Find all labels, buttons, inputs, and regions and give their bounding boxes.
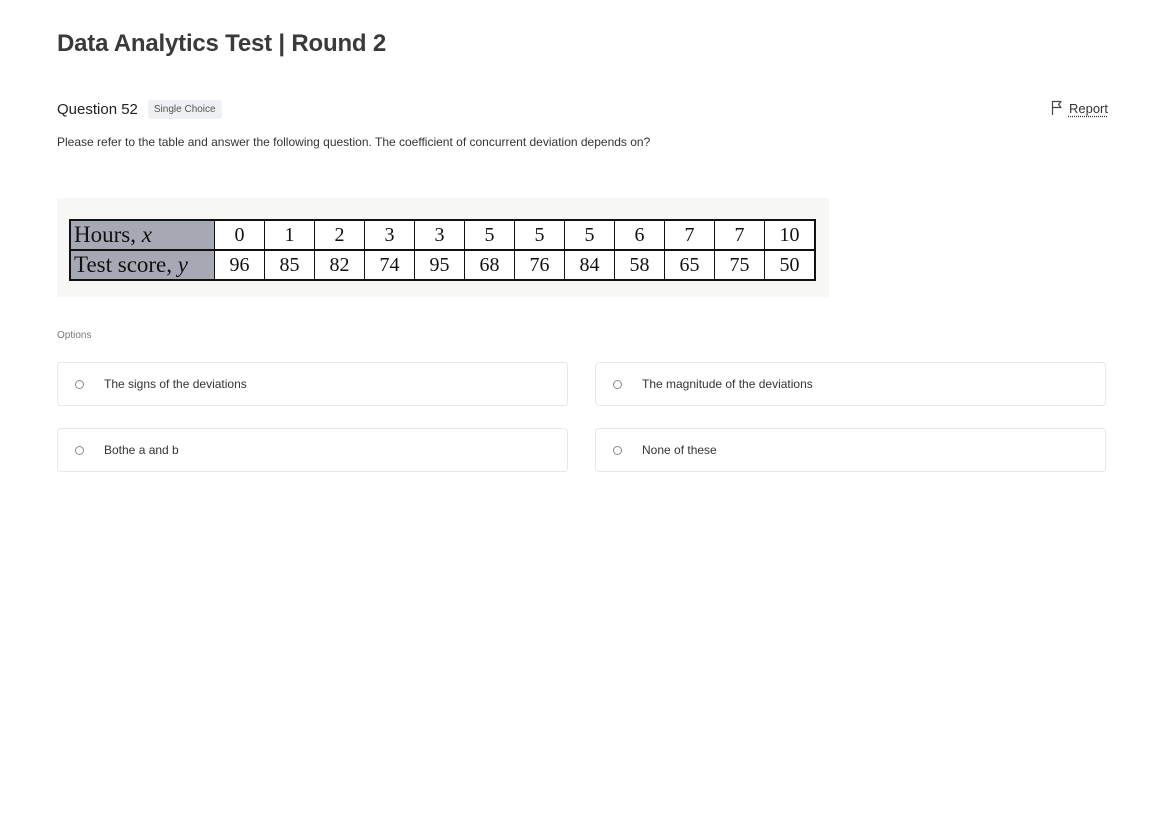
- option-label: The signs of the deviations: [104, 377, 247, 391]
- table-cell: 76: [514, 249, 565, 281]
- row-label-hours-text: Hours, x: [74, 222, 152, 247]
- table-cell: 50: [764, 249, 816, 281]
- table-cell: 82: [314, 249, 365, 281]
- table-cell: 6: [614, 219, 665, 251]
- table-row-hours: Hours, x 0 1 2 3 3 5 5 5 6 7 7 10: [69, 219, 816, 251]
- table-cell: 95: [414, 249, 465, 281]
- row-label-hours: Hours, x: [69, 219, 215, 251]
- table-cell: 85: [264, 249, 315, 281]
- table-cell: 1: [264, 219, 315, 251]
- data-table: Hours, x 0 1 2 3 3 5 5 5 6 7 7 10 Test s…: [69, 219, 816, 281]
- table-cell: 3: [414, 219, 465, 251]
- report-label[interactable]: Report: [1069, 101, 1108, 116]
- report-button[interactable]: Report: [1051, 100, 1108, 116]
- question-text: Please refer to the table and answer the…: [57, 135, 651, 149]
- table-cell: 75: [714, 249, 765, 281]
- table-cell: 10: [764, 219, 816, 251]
- table-cell: 58: [614, 249, 665, 281]
- question-image: Hours, x 0 1 2 3 3 5 5 5 6 7 7 10 Test s…: [57, 198, 829, 297]
- table-cell: 3: [364, 219, 415, 251]
- row-label-score: Test score, y: [69, 249, 215, 281]
- option-4[interactable]: None of these: [595, 428, 1106, 472]
- option-label: Bothe a and b: [104, 443, 179, 457]
- table-cell: 0: [214, 219, 265, 251]
- table-cell: 5: [464, 219, 515, 251]
- option-label: None of these: [642, 443, 717, 457]
- radio-icon[interactable]: [613, 445, 622, 455]
- options-label: Options: [57, 330, 92, 341]
- row-label-score-text: Test score, y: [74, 252, 188, 277]
- radio-icon[interactable]: [613, 379, 622, 389]
- table-cell: 5: [564, 219, 615, 251]
- radio-icon[interactable]: [75, 379, 84, 389]
- table-cell: 84: [564, 249, 615, 281]
- radio-icon[interactable]: [75, 445, 84, 455]
- table-cell: 7: [664, 219, 715, 251]
- question-type-badge: Single Choice: [147, 99, 222, 119]
- table-cell: 5: [514, 219, 565, 251]
- option-2[interactable]: The magnitude of the deviations: [595, 362, 1106, 406]
- table-cell: 68: [464, 249, 515, 281]
- table-cell: 2: [314, 219, 365, 251]
- table-row-score: Test score, y 96 85 82 74 95 68 76 84 58…: [69, 249, 816, 281]
- page-title: Data Analytics Test | Round 2: [57, 30, 386, 57]
- question-header: Question 52 Single Choice: [57, 97, 222, 121]
- table-cell: 96: [214, 249, 265, 281]
- table-cell: 7: [714, 219, 765, 251]
- option-label: The magnitude of the deviations: [642, 377, 813, 391]
- table-cell: 74: [364, 249, 415, 281]
- option-3[interactable]: Bothe a and b: [57, 428, 568, 472]
- option-1[interactable]: The signs of the deviations: [57, 362, 568, 406]
- flag-icon: [1051, 100, 1062, 115]
- question-number: Question 52: [57, 100, 138, 118]
- table-cell: 65: [664, 249, 715, 281]
